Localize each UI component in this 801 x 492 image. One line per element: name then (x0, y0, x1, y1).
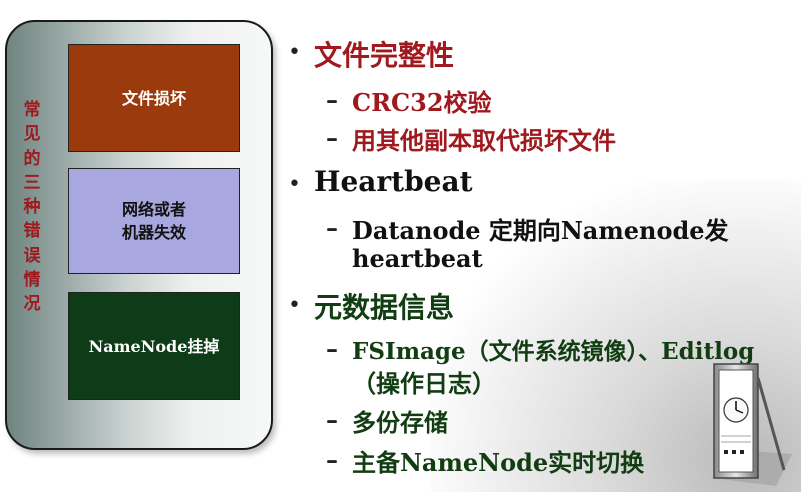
sub-fsimage-editlog-cont: （操作日志） (352, 369, 496, 398)
dash-glyph: – (326, 123, 338, 152)
bullet-metadata: 元数据信息 (314, 291, 455, 324)
dash-glyph: – (326, 213, 338, 242)
panel-vertical-title: 常见的三种错误情况 (23, 100, 41, 315)
sub-crc32: CRC32校验 (352, 88, 492, 117)
sub-datanode-heartbeat-cont: heartbeat (352, 244, 483, 273)
sub-datanode-heartbeat: Datanode 定期向Namenode发 (352, 216, 729, 245)
bullet-file-integrity: 文件完整性 (314, 39, 455, 72)
sub-fsimage-editlog: FSImage（文件系统镜像）、Editlog (352, 338, 755, 365)
sub-hot-standby: 主备NameNode实时切换 (352, 448, 645, 477)
box-namenode-down: NameNode挂掉 (68, 292, 240, 400)
dash-glyph: – (326, 85, 338, 114)
dash-glyph: – (326, 405, 338, 434)
sub-multiple-copies: 多份存储 (352, 408, 448, 437)
bullet-glyph: • (288, 40, 301, 65)
dash-glyph: – (326, 334, 338, 363)
bullet-glyph: • (288, 172, 301, 197)
sub-replace-replica: 用其他副本取代损坏文件 (352, 126, 616, 155)
box-file-corruption: 文件损坏 (68, 44, 240, 152)
bullet-glyph: • (288, 293, 301, 318)
bullet-heartbeat: Heartbeat (314, 165, 473, 198)
clock-icon (712, 363, 792, 486)
box-network-failure: 网络或者 机器失效 (68, 168, 240, 274)
dash-glyph: – (326, 445, 338, 474)
